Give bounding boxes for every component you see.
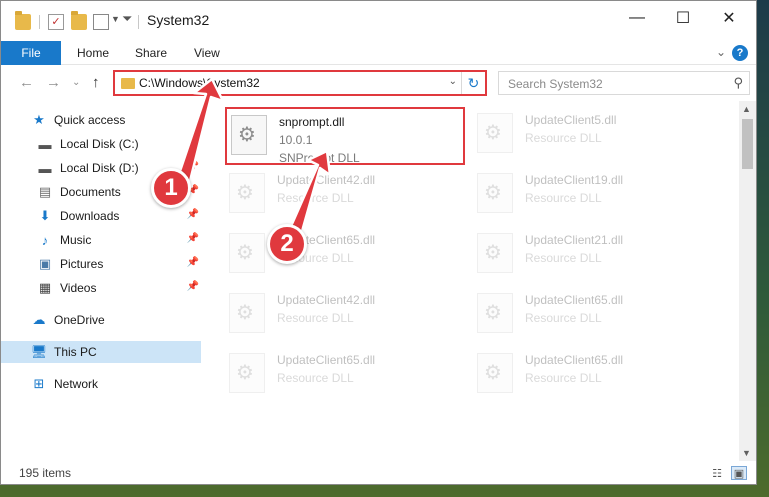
step-1-badge: 1 [151,168,191,208]
annotation-arrows [174,77,332,244]
step-2-badge: 2 [267,224,307,264]
